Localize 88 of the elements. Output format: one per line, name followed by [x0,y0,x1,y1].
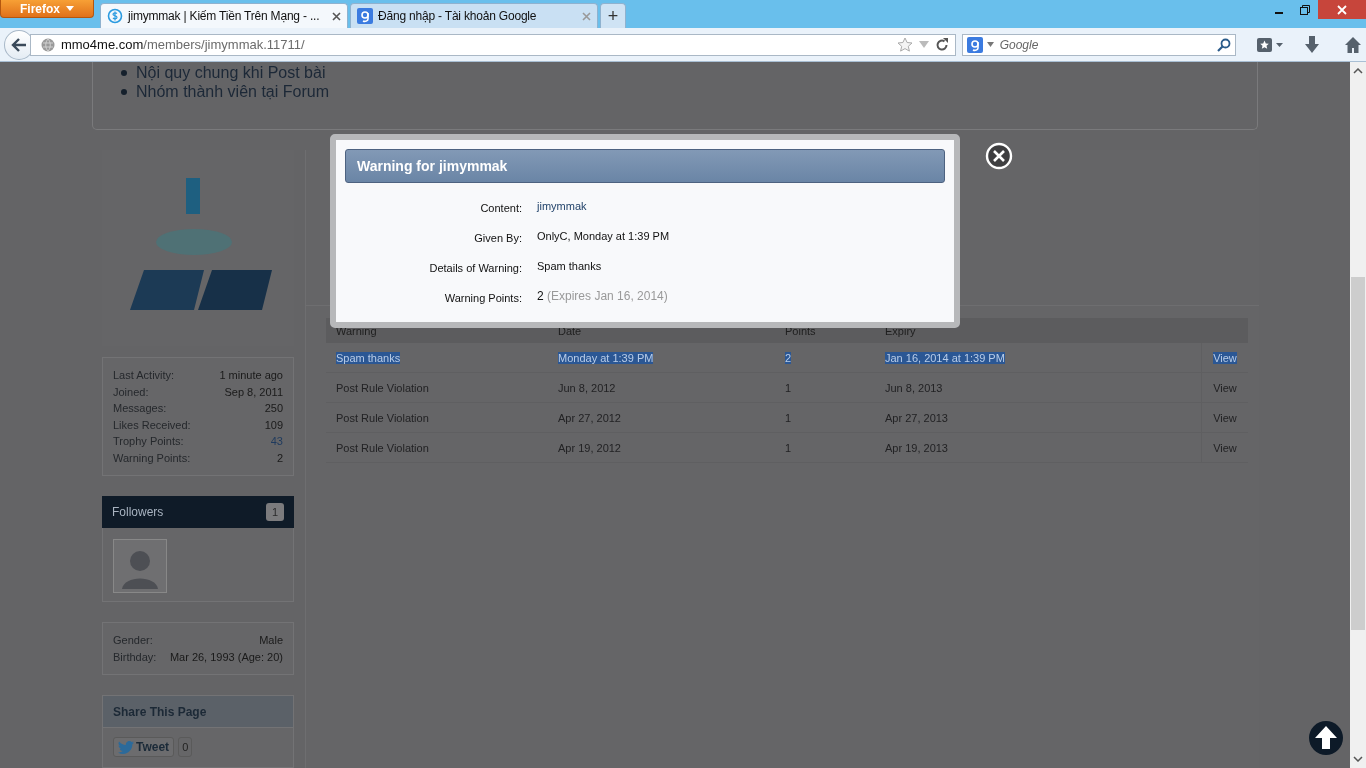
stat-label: Trophy Points: [113,434,184,449]
bookmarks-icon[interactable] [1256,36,1284,53]
view-link[interactable]: View [1213,381,1237,394]
table-cell: 2 [785,351,792,364]
table-cell: Apr 27, 2012 [558,411,621,424]
browser-tab[interactable]: Đăng nhập - Tài khoản Google [350,3,598,28]
table-cell: Post Rule Violation [336,441,429,454]
table-cell: Apr 27, 2013 [885,411,948,424]
stat-label: Likes Received: [113,417,191,433]
table-cell: Jun 8, 2013 [885,381,943,394]
back-arrow-icon [10,37,27,52]
search-engine-icon [966,36,983,53]
table-cell: Apr 19, 2012 [558,441,621,454]
scroll-up-icon[interactable] [1353,68,1363,74]
browser-tab[interactable]: jimymmak | Kiếm Tiền Trên Mạng - ... [100,3,348,28]
scroll-down-icon[interactable] [1353,756,1363,762]
field-label: Warning Points: [443,291,523,304]
search-engine-icon [357,8,373,24]
dropdown-icon[interactable] [986,42,994,47]
close-icon [1337,4,1347,15]
firefox-menu-button[interactable]: Firefox [0,0,94,18]
restore-icon [1300,4,1310,15]
stat-label: Warning Points: [113,450,191,466]
table-cell: Jun 8, 2012 [558,381,616,394]
table-cell: 1 [785,411,792,424]
dollar-circle-icon [107,8,123,24]
share-title: Share This Page [102,695,294,728]
tweet-button[interactable]: Tweet [113,737,175,757]
table-cell: Post Rule Violation [336,411,429,424]
bird-icon [118,740,134,754]
dialog-title: Warning for jimymmak [345,149,945,183]
table-cell: 1 [785,381,792,394]
address-field[interactable]: mmo4me.com/members/jimymmak.11711/ [29,33,956,56]
table-cell: Apr 19, 2013 [885,441,948,454]
home-icon[interactable] [1344,35,1362,54]
field-value: Spam thanks [537,260,602,272]
field-value: OnlyC, Monday at 1:39 PM [537,230,670,242]
tab-title: jimymmak | Kiếm Tiền Trên Mạng - ... [128,9,321,23]
field-label: Details of Warning: [428,261,523,274]
table-cell: Spam thanks [336,351,401,364]
scroll-top-icon[interactable] [1308,720,1344,756]
view-link[interactable]: View [1213,441,1237,454]
table-cell: 1 [785,441,792,454]
caret-icon [66,6,74,11]
tweet-count: 0 [178,737,193,757]
minimize-icon [1275,12,1283,14]
field-label: Content: [479,201,523,214]
tab-title: Đăng nhập - Tài khoản Google [378,9,538,23]
info-value: Male [259,633,283,648]
stat-label: Messages: [113,401,167,416]
followers-title: Followers [112,505,164,519]
stat-value: 109 [264,417,283,433]
stat-value: 2 [276,450,283,466]
info-label: Gender: [113,633,153,648]
info-label: Birthday: [113,649,157,665]
download-icon[interactable] [1304,35,1320,54]
info-value: Mar 26, 1993 (Age: 20) [169,649,283,665]
bullet-icon [121,69,127,76]
stat-label: Joined: [113,384,149,400]
close-icon[interactable] [332,11,341,21]
stat-value: Sep 8, 2011 [224,384,283,400]
column-header: Warning [336,324,378,337]
search-icon[interactable] [1217,37,1231,52]
view-link[interactable]: View [1213,351,1237,364]
url-text: mmo4me.com/members/jimymmak.11711/ [60,37,306,52]
stat-value: 1 minute ago [219,368,283,383]
stat-label: Last Activity: [113,368,175,383]
bullet-icon [121,88,127,95]
globe-icon [40,37,55,52]
new-tab-button[interactable]: + [600,3,626,28]
reload-icon[interactable] [934,37,949,52]
search-field[interactable]: Google [961,33,1236,56]
field-value: 2 (Expires Jan 16, 2014) [537,289,668,303]
stat-value: 250 [264,401,283,416]
rule-link[interactable]: Nội quy chung khi Post bài [136,63,326,82]
table-cell: Monday at 1:39 PM [558,351,654,364]
scrollbar[interactable] [1350,62,1366,768]
table-cell: Post Rule Violation [336,381,429,394]
content-link[interactable]: jimymmak [537,200,587,212]
close-window-button[interactable] [1318,0,1366,19]
view-link[interactable]: View [1213,411,1237,424]
star-icon[interactable] [896,36,913,53]
scroll-thumb[interactable] [1351,277,1365,630]
table-cell: Jan 16, 2014 at 1:39 PM [885,351,1005,364]
followers-count: 1 [265,503,284,521]
stat-link[interactable]: 43 [270,433,283,450]
field-label: Given By: [473,231,523,244]
rule-link[interactable]: Nhóm thành viên tại Forum [136,82,329,101]
